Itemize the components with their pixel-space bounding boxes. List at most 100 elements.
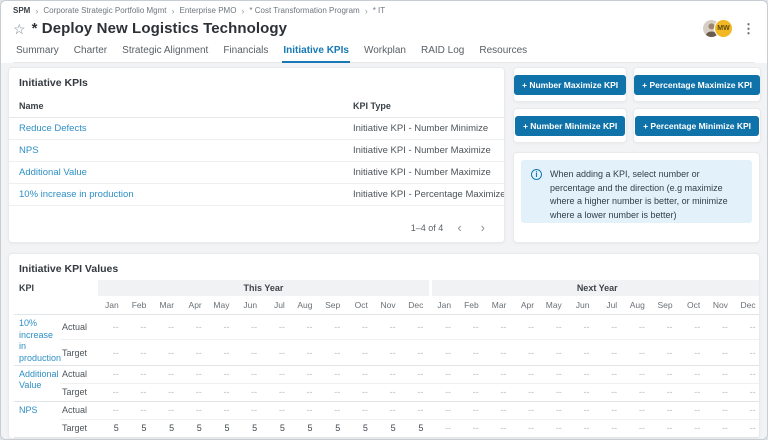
kpi-value-cell[interactable]: -- — [403, 401, 431, 419]
kpi-value-cell[interactable]: -- — [597, 340, 625, 365]
kpi-value-cell[interactable]: -- — [569, 315, 597, 340]
kpi-value-cell[interactable]: 5 — [153, 419, 181, 437]
kpi-value-cell[interactable]: -- — [458, 401, 486, 419]
kpi-name-link[interactable]: Additional Value — [14, 365, 60, 401]
kpi-value-cell[interactable]: -- — [707, 340, 735, 365]
kpi-value-cell[interactable]: -- — [320, 340, 348, 365]
kpi-value-cell[interactable]: -- — [569, 437, 597, 439]
kpi-value-cell[interactable]: -- — [320, 437, 348, 439]
kpi-value-cell[interactable]: -- — [153, 365, 181, 383]
breadcrumb-item-it[interactable]: * IT — [373, 6, 385, 16]
kpi-value-cell[interactable]: -- — [236, 340, 264, 365]
kpi-value-cell[interactable]: -- — [181, 340, 209, 365]
kpi-value-cell[interactable]: -- — [430, 340, 458, 365]
kpi-value-cell[interactable]: -- — [181, 315, 209, 340]
kpi-value-cell[interactable]: -- — [292, 365, 320, 383]
kpi-value-cell[interactable]: -- — [181, 365, 209, 383]
kpi-value-cell[interactable]: -- — [375, 437, 403, 439]
kpi-value-cell[interactable]: -- — [597, 383, 625, 401]
kpi-value-cell[interactable]: -- — [541, 419, 569, 437]
kpi-value-cell[interactable]: -- — [181, 401, 209, 419]
kpi-value-cell[interactable]: -- — [680, 401, 708, 419]
pagination-prev-icon[interactable]: ‹ — [452, 221, 466, 234]
kpi-value-cell[interactable]: -- — [513, 365, 541, 383]
kpi-value-cell[interactable]: -- — [126, 315, 154, 340]
kpi-value-cell[interactable]: -- — [375, 365, 403, 383]
kpi-value-cell[interactable]: -- — [458, 365, 486, 383]
add-number-maximize-kpi-button[interactable]: + Number Maximize KPI — [514, 75, 626, 95]
kpi-value-cell[interactable]: -- — [707, 383, 735, 401]
kpi-value-cell[interactable]: -- — [569, 383, 597, 401]
breadcrumb-item-cost-transformation-program[interactable]: * Cost Transformation Program — [249, 6, 359, 16]
kpi-value-cell[interactable]: -- — [597, 315, 625, 340]
kpi-value-cell[interactable]: 5 — [209, 419, 237, 437]
kpi-value-cell[interactable]: -- — [320, 383, 348, 401]
kpi-value-cell[interactable]: -- — [513, 340, 541, 365]
kpi-value-cell[interactable]: -- — [153, 340, 181, 365]
kpi-value-cell[interactable]: -- — [735, 365, 760, 383]
kpi-name-link[interactable]: Additional Value — [9, 162, 343, 184]
kpi-value-cell[interactable]: -- — [513, 419, 541, 437]
kpi-value-cell[interactable]: -- — [624, 340, 652, 365]
kpi-value-cell[interactable]: -- — [403, 383, 431, 401]
kpi-value-cell[interactable]: -- — [541, 340, 569, 365]
kpi-value-cell[interactable]: -- — [320, 315, 348, 340]
kpi-value-cell[interactable]: -- — [735, 419, 760, 437]
kpi-value-cell[interactable]: 5 — [181, 419, 209, 437]
favorite-star-icon[interactable]: ☆ — [13, 22, 26, 36]
kpi-value-cell[interactable]: -- — [209, 437, 237, 439]
kpi-value-cell[interactable]: -- — [375, 340, 403, 365]
kpi-value-cell[interactable]: -- — [680, 365, 708, 383]
kpi-value-cell[interactable]: -- — [209, 340, 237, 365]
kpi-value-cell[interactable]: -- — [652, 315, 680, 340]
kpi-value-cell[interactable]: 5 — [320, 419, 348, 437]
kpi-value-cell[interactable]: -- — [486, 437, 514, 439]
tab-resources[interactable]: Resources — [478, 43, 528, 63]
kpi-value-cell[interactable]: -- — [403, 315, 431, 340]
kpi-value-cell[interactable]: -- — [98, 365, 126, 383]
kpi-value-cell[interactable]: -- — [292, 315, 320, 340]
kpi-name-link[interactable]: NPS — [14, 401, 60, 437]
kpi-value-cell[interactable]: -- — [264, 365, 292, 383]
tab-summary[interactable]: Summary — [15, 43, 60, 63]
kpi-value-cell[interactable]: -- — [680, 437, 708, 439]
kpi-value-cell[interactable]: -- — [624, 437, 652, 439]
kpi-value-cell[interactable]: -- — [347, 401, 375, 419]
kpi-value-cell[interactable]: -- — [597, 365, 625, 383]
kpi-value-cell[interactable]: -- — [153, 401, 181, 419]
kpi-value-cell[interactable]: -- — [597, 419, 625, 437]
kpi-value-cell[interactable]: -- — [624, 419, 652, 437]
kpi-value-cell[interactable]: -- — [707, 437, 735, 439]
kpi-value-cell[interactable]: -- — [735, 383, 760, 401]
kpi-value-cell[interactable]: 5 — [98, 419, 126, 437]
kpi-value-cell[interactable]: -- — [486, 365, 514, 383]
kpi-value-cell[interactable]: -- — [430, 365, 458, 383]
kpi-value-cell[interactable]: -- — [430, 401, 458, 419]
kpi-value-cell[interactable]: -- — [98, 401, 126, 419]
kpi-value-cell[interactable]: -- — [153, 383, 181, 401]
add-percentage-maximize-kpi-button[interactable]: + Percentage Maximize KPI — [634, 75, 760, 95]
tab-workplan[interactable]: Workplan — [363, 43, 407, 63]
kpi-value-cell[interactable]: -- — [541, 401, 569, 419]
tab-financials[interactable]: Financials — [222, 43, 269, 63]
kpi-value-cell[interactable]: 5 — [375, 419, 403, 437]
kpi-value-cell[interactable]: -- — [126, 365, 154, 383]
kpi-value-cell[interactable]: -- — [264, 315, 292, 340]
kpi-value-cell[interactable]: -- — [735, 437, 760, 439]
kpi-value-cell[interactable]: -- — [652, 419, 680, 437]
kpi-value-cell[interactable]: -- — [624, 383, 652, 401]
kpi-value-cell[interactable]: -- — [403, 437, 431, 439]
kpi-value-cell[interactable]: -- — [320, 365, 348, 383]
kpi-value-cell[interactable]: -- — [264, 401, 292, 419]
kpi-value-cell[interactable]: -- — [486, 340, 514, 365]
tab-charter[interactable]: Charter — [73, 43, 108, 63]
kpi-value-cell[interactable]: -- — [652, 365, 680, 383]
kpi-value-cell[interactable]: -- — [264, 437, 292, 439]
kpi-value-cell[interactable]: -- — [707, 419, 735, 437]
kpi-value-cell[interactable]: -- — [153, 315, 181, 340]
kpi-value-cell[interactable]: -- — [292, 401, 320, 419]
kpi-value-cell[interactable]: -- — [347, 383, 375, 401]
kpi-name-link[interactable]: Reduce Defects — [9, 118, 343, 140]
kpi-value-cell[interactable]: 5 — [403, 419, 431, 437]
kpi-value-cell[interactable]: -- — [458, 315, 486, 340]
